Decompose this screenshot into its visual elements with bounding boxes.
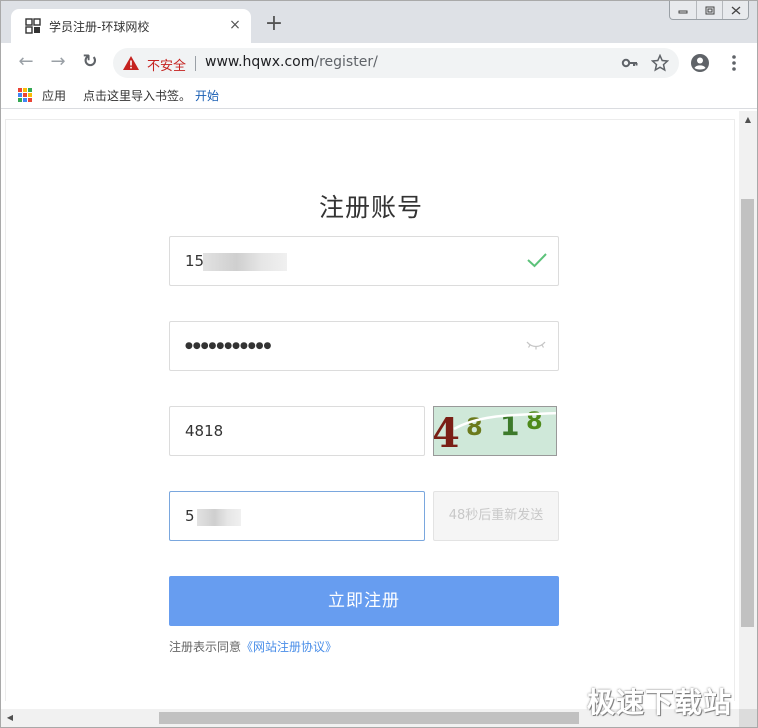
captcha-char-2: 8: [466, 413, 483, 441]
page-title: 注册账号: [318, 193, 423, 222]
bookmarks-bar: 应用 点击这里导入书签。 开始: [1, 81, 757, 109]
resend-sms-button[interactable]: 48秒后重新发送: [433, 491, 559, 541]
scrollbar-corner: [739, 709, 757, 727]
password-field[interactable]: ●●●●●●●●●●●: [169, 321, 559, 371]
window-controls: [669, 1, 749, 20]
key-icon[interactable]: [621, 54, 639, 72]
apps-label[interactable]: 应用: [42, 87, 66, 104]
captcha-char-4: 8: [526, 407, 543, 435]
omnibox-divider: [195, 56, 196, 71]
account-circle-icon[interactable]: [689, 52, 711, 74]
captcha-graphic: 4 8 1 8: [434, 407, 556, 456]
eye-closed-icon[interactable]: [526, 340, 546, 350]
forward-button[interactable]: →: [47, 51, 69, 73]
import-bookmarks-hint: 点击这里导入书签。: [83, 89, 192, 103]
phone-redaction: [203, 253, 287, 271]
vertical-scroll-thumb[interactable]: [741, 199, 754, 627]
check-icon: [527, 253, 547, 268]
phone-value: 15: [185, 252, 205, 270]
close-window-button[interactable]: [722, 1, 748, 19]
close-icon: [731, 6, 740, 14]
reload-button[interactable]: ↻: [79, 51, 101, 73]
url-text[interactable]: www.hqwx.com/register/: [205, 54, 378, 70]
tab-register[interactable]: 学员注册-环球网校 ×: [11, 9, 251, 43]
restore-icon: [705, 6, 714, 14]
maximize-button[interactable]: [696, 1, 722, 19]
minimize-icon: [678, 10, 688, 14]
tab-close-icon[interactable]: ×: [227, 17, 243, 33]
watermark-logo: 极速下载站: [587, 686, 733, 719]
address-bar[interactable]: 不安全 www.hqwx.com/register/: [113, 48, 679, 78]
sms-code-redaction: [197, 509, 241, 526]
back-button[interactable]: ←: [15, 51, 37, 73]
minimize-button[interactable]: [670, 1, 696, 19]
captcha-input-value: 4818: [185, 422, 224, 440]
start-link[interactable]: 开始: [195, 87, 219, 104]
password-value: ●●●●●●●●●●●: [185, 341, 272, 351]
horizontal-scroll-thumb[interactable]: [159, 712, 579, 724]
sms-code-value: 5: [185, 507, 195, 525]
new-tab-button[interactable]: +: [263, 13, 285, 36]
sms-code-input[interactable]: 5: [169, 491, 425, 541]
browser-toolbar: ← → ↻ 不安全 www.hqwx.com/register/: [1, 43, 757, 81]
tab-strip: 学员注册-环球网校 × +: [1, 1, 757, 43]
agreement-link[interactable]: 《网站注册协议》: [241, 640, 337, 654]
security-status[interactable]: 不安全: [147, 55, 186, 74]
phone-field[interactable]: 15: [169, 236, 559, 286]
agreement-text: 注册表示同意: [169, 640, 242, 654]
page-viewport: 注册账号 15 ●●●●●●●●●●● 4818 4 8 1 8 5 48秒后重…: [1, 111, 739, 709]
tab-title: 学员注册-环球网校: [49, 20, 150, 34]
apps-grid-icon[interactable]: [18, 88, 32, 102]
agreement-notice: 注册表示同意《网站注册协议》: [169, 638, 337, 655]
star-icon[interactable]: [651, 54, 669, 72]
captcha-input[interactable]: 4818: [169, 406, 425, 456]
captcha-image[interactable]: 4 8 1 8: [433, 406, 557, 456]
url-path: /register/: [314, 54, 378, 70]
scroll-up-arrow-icon[interactable]: ▲: [739, 113, 757, 127]
browser-window: 学员注册-环球网校 × + ← → ↻ 不安全 www.hqwx.com/reg…: [0, 0, 758, 728]
captcha-char-1: 4: [434, 410, 460, 456]
vertical-scrollbar[interactable]: ▲: [739, 111, 757, 709]
warning-triangle-icon: [123, 56, 139, 70]
register-panel: 注册账号 15 ●●●●●●●●●●● 4818 4 8 1 8 5 48秒后重…: [5, 119, 735, 701]
register-button[interactable]: 立即注册: [169, 576, 559, 626]
scroll-left-arrow-icon[interactable]: ◀: [3, 709, 17, 727]
hqwx-logo-icon: [25, 18, 41, 34]
more-vert-icon[interactable]: [723, 52, 745, 74]
url-host: www.hqwx.com: [205, 54, 315, 70]
